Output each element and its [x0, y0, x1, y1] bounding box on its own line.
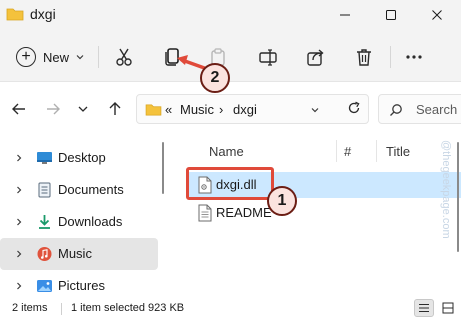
more-icon	[406, 55, 422, 59]
arrow-up-icon	[109, 102, 121, 115]
details-view-button[interactable]	[414, 299, 434, 317]
chevron-right-icon[interactable]	[14, 153, 24, 163]
refresh-icon	[348, 101, 360, 114]
folder-icon	[145, 104, 162, 116]
status-bar: 2 items 1 item selected 923 KB	[0, 298, 461, 319]
chevron-right-icon[interactable]	[14, 249, 24, 259]
maximize-button[interactable]	[368, 0, 414, 30]
sidebar-item-music[interactable]: Music	[0, 238, 158, 270]
rename-button[interactable]	[254, 43, 282, 71]
navigation-bar: « Music › dxgi Search d	[0, 82, 461, 134]
music-icon	[37, 247, 52, 261]
step-badge-1: 1	[267, 186, 297, 216]
chevron-right-icon[interactable]	[14, 281, 24, 291]
command-bar: + New	[0, 30, 461, 82]
refresh-button[interactable]	[343, 97, 365, 119]
cut-icon	[116, 48, 132, 66]
window-title: dxgi	[30, 6, 56, 22]
sidebar-item-label: Downloads	[58, 214, 123, 229]
plus-icon: +	[16, 47, 36, 67]
tiles-view-icon	[442, 302, 454, 314]
breadcrumb-music[interactable]: Music	[180, 102, 214, 117]
downloads-icon	[39, 215, 50, 229]
title-bar: dxgi	[0, 0, 461, 30]
pictures-icon	[37, 280, 52, 292]
column-header-number[interactable]: #	[344, 144, 351, 159]
sidebar-scrollbar[interactable]	[162, 142, 164, 194]
chevron-right-icon[interactable]	[14, 185, 24, 195]
up-button[interactable]	[104, 98, 126, 120]
address-overflow[interactable]: «	[165, 102, 172, 117]
address-bar[interactable]: « Music › dxgi	[136, 94, 369, 124]
file-name: README	[216, 205, 272, 220]
close-icon	[432, 10, 442, 20]
search-placeholder: Search d	[416, 102, 461, 117]
more-button[interactable]	[400, 43, 428, 71]
toolbar-divider	[390, 46, 391, 68]
sidebar-item-downloads[interactable]: Downloads	[0, 206, 158, 238]
arrow-right-icon	[47, 103, 60, 115]
step-badge-2: 2	[200, 63, 230, 93]
selection-info: 1 item selected 923 KB	[71, 302, 185, 314]
sidebar-item-label: Music	[58, 246, 92, 261]
sidebar-item-documents[interactable]: Documents	[0, 174, 158, 206]
chevron-right-icon[interactable]	[14, 217, 24, 227]
chevron-down-icon	[78, 106, 88, 112]
cut-button[interactable]	[110, 43, 138, 71]
sidebar-item-label: Pictures	[58, 278, 105, 293]
column-divider[interactable]	[376, 140, 377, 162]
rename-icon	[259, 49, 277, 66]
tiles-view-button[interactable]	[438, 299, 458, 317]
maximize-icon	[386, 10, 396, 20]
delete-icon	[357, 49, 371, 66]
sidebar-item-desktop[interactable]: Desktop	[0, 142, 158, 174]
file-list-scrollbar[interactable]	[457, 142, 459, 252]
chevron-down-icon	[76, 55, 84, 60]
close-button[interactable]	[414, 0, 460, 30]
item-count: 2 items	[12, 302, 48, 314]
status-divider	[61, 303, 62, 315]
text-file-icon	[198, 204, 212, 222]
back-button[interactable]	[8, 98, 30, 120]
delete-button[interactable]	[350, 43, 378, 71]
share-icon	[307, 49, 324, 66]
chevron-down-icon[interactable]	[310, 105, 320, 115]
details-view-icon	[419, 304, 429, 312]
breadcrumb-dxgi[interactable]: dxgi	[233, 102, 257, 117]
recent-locations-button[interactable]	[72, 98, 94, 120]
new-button[interactable]: + New	[10, 42, 88, 72]
column-divider[interactable]	[336, 140, 337, 162]
documents-icon	[38, 182, 51, 198]
sidebar-item-label: Desktop	[58, 150, 106, 165]
minimize-button[interactable]	[322, 0, 368, 30]
new-label: New	[43, 49, 70, 65]
watermark: @thegeekpage.com	[440, 140, 452, 239]
breadcrumb-separator: ›	[219, 102, 224, 117]
column-header-title[interactable]: Title	[386, 144, 410, 159]
search-icon	[390, 104, 402, 116]
minimize-icon	[340, 14, 350, 16]
column-header-name[interactable]: Name	[209, 144, 244, 159]
highlight-box-dxgi-dll	[186, 167, 274, 200]
folder-icon	[6, 8, 24, 21]
navigation-pane: Desktop Documents Downloads Music Pictur…	[0, 134, 166, 298]
file-row-readme[interactable]: README	[188, 200, 461, 226]
search-box[interactable]: Search d	[378, 94, 461, 124]
file-list: Name # Title dxgi.dll README	[166, 134, 461, 298]
toolbar-divider	[98, 46, 99, 68]
sidebar-item-label: Documents	[58, 182, 124, 197]
arrow-left-icon	[12, 103, 25, 115]
desktop-icon	[37, 152, 52, 164]
forward-button[interactable]	[42, 98, 64, 120]
share-button[interactable]	[302, 43, 330, 71]
